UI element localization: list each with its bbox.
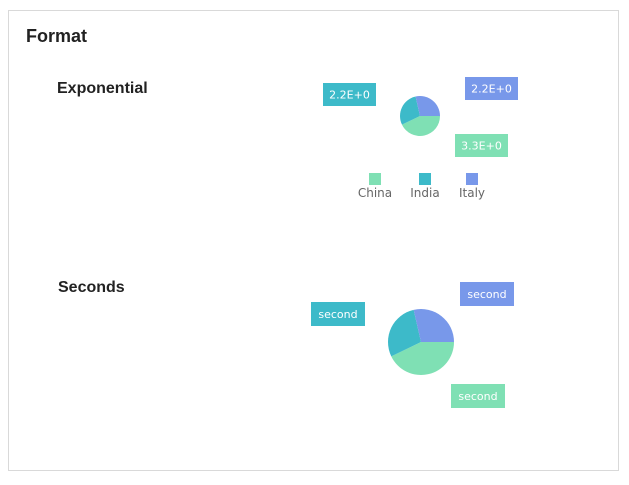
data-label-china: 3.3E+0 xyxy=(461,140,502,153)
legend-swatch-india[interactable] xyxy=(419,173,431,185)
pie-charts-canvas: 3.3E+02.2E+0 2.2E+0China India Italyseconds… xyxy=(311,77,518,408)
pie-exponential: 3.3E+0 2.2E+0 2.2E+0 China India Italy xyxy=(323,77,518,200)
pie-seconds: second second second xyxy=(311,282,514,408)
data-label-italy: second xyxy=(467,288,506,301)
legend-label-italy[interactable]: Italy xyxy=(459,186,485,200)
legend-swatch-china[interactable] xyxy=(369,173,381,185)
data-label-india: 2.2E+0 xyxy=(329,89,370,102)
legend-label-india[interactable]: India xyxy=(410,186,439,200)
data-label-china: second xyxy=(458,390,497,403)
data-label-india: second xyxy=(318,308,357,321)
data-label-italy: 2.2E+0 xyxy=(471,83,512,96)
legend-swatch-italy[interactable] xyxy=(466,173,478,185)
legend-label-china[interactable]: China xyxy=(358,186,392,200)
